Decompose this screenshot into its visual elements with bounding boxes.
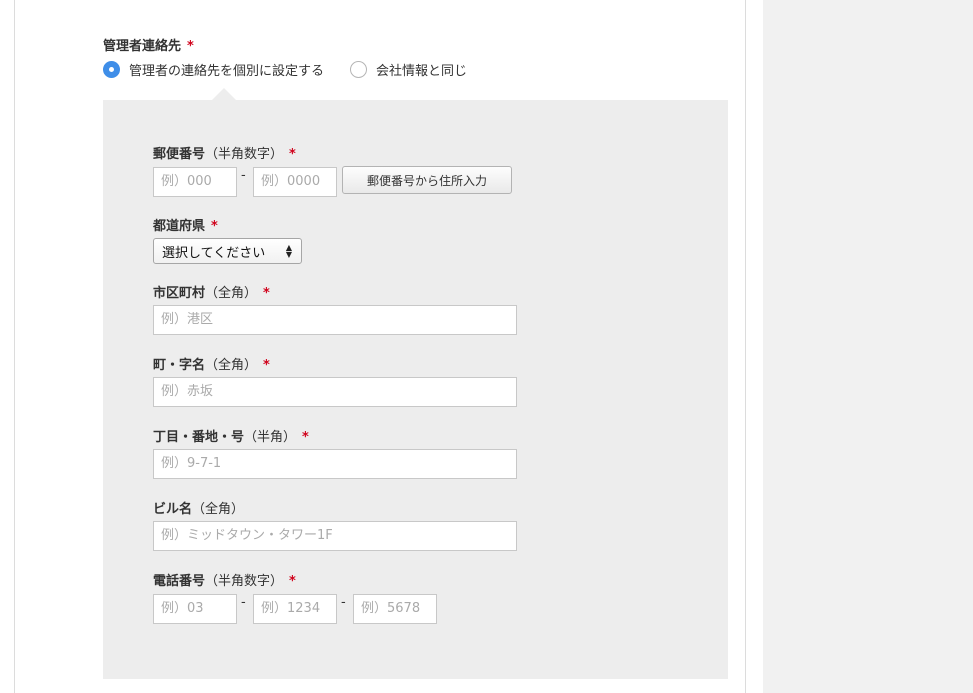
block-note: （半角） [244,430,297,445]
prefecture-label-text: 都道府県 [153,219,206,234]
select-arrows-icon: ▲ ▼ [285,243,292,259]
city-note: （全角） [205,286,258,301]
phone-middle-input[interactable]: 例）1234 [253,594,337,624]
required-mark: * [302,430,309,445]
contact-label-text: 管理者連絡先 [103,39,182,54]
postal-code-first-input[interactable]: 例）000 [153,167,237,197]
radio-individual-contact-label[interactable]: 管理者の連絡先を個別に設定する [129,60,324,79]
panel-pointer [212,88,236,100]
town-label-text: 町・字名 [153,358,206,373]
city-label-text: 市区町村 [153,286,206,301]
sidebar [763,0,973,693]
contact-section-label: 管理者連絡先 * [103,35,194,54]
postal-label: 郵便番号（半角数字） * [153,143,296,162]
building-label: ビル名（全角） [153,498,244,517]
required-mark: * [289,574,296,589]
phone-area-input[interactable]: 例）03 [153,594,237,624]
required-mark: * [263,358,270,373]
required-mark: * [263,286,270,301]
required-mark: * [289,147,296,162]
block-input[interactable]: 例）9-7-1 [153,449,517,479]
building-input[interactable]: 例）ミッドタウン・タワー1F [153,521,517,551]
postal-label-text: 郵便番号 [153,147,206,162]
prefecture-label: 都道府県 * [153,215,218,234]
prefecture-select[interactable]: 選択してください ▲ ▼ [153,238,302,264]
town-input[interactable]: 例）赤坂 [153,377,517,407]
required-mark: * [211,219,218,234]
radio-individual-contact[interactable] [103,61,120,78]
contact-radio-group: 管理者の連絡先を個別に設定する 会社情報と同じ [103,60,493,79]
building-note: （全角） [192,502,245,517]
city-input[interactable]: 例）港区 [153,305,517,335]
prefecture-select-value: 選択してください [162,245,266,261]
town-note: （全角） [205,358,258,373]
postal-separator: - [241,168,246,183]
required-mark: * [187,39,194,54]
phone-label-text: 電話番号 [153,574,206,589]
phone-note: （半角数字） [205,574,284,589]
block-label: 丁目・番地・号（半角） * [153,426,309,445]
phone-last-input[interactable]: 例）5678 [353,594,437,624]
radio-same-as-company-label[interactable]: 会社情報と同じ [376,60,467,79]
phone-separator: - [341,595,346,610]
postal-code-second-input[interactable]: 例）0000 [253,167,337,197]
block-label-text: 丁目・番地・号 [153,430,245,445]
postal-note: （半角数字） [205,147,284,162]
city-label: 市区町村（全角） * [153,282,270,301]
phone-separator: - [241,595,246,610]
radio-same-as-company[interactable] [350,61,368,78]
building-label-text: ビル名 [153,502,193,517]
postal-lookup-button[interactable]: 郵便番号から住所入力 [342,166,512,194]
phone-label: 電話番号（半角数字） * [153,570,296,589]
town-label: 町・字名（全角） * [153,354,270,373]
